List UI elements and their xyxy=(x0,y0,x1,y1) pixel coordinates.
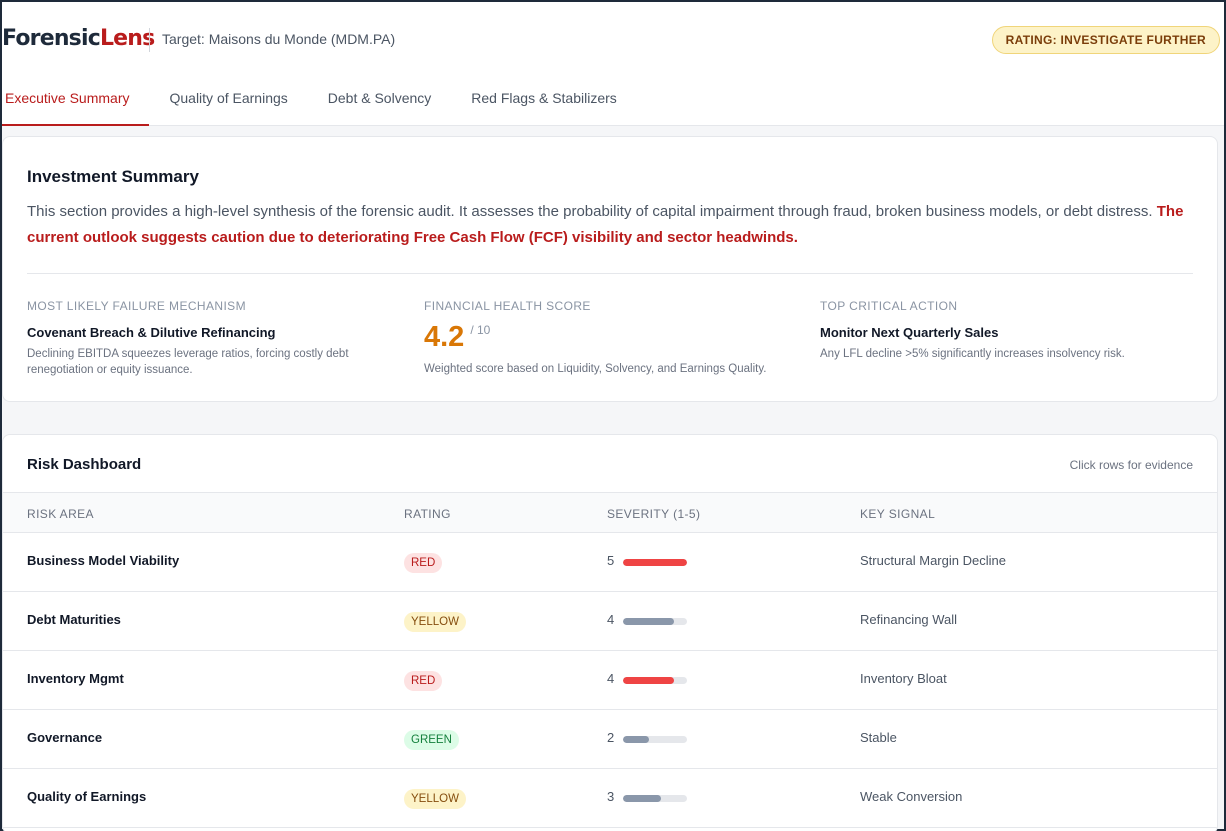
health-score-value: 4.2 xyxy=(424,321,465,353)
table-row[interactable]: Quality of Earnings YELLOW 3 Weak Conver… xyxy=(3,769,1217,828)
risk-area: Inventory Mgmt xyxy=(27,671,124,686)
health-score-max: / 10 xyxy=(470,323,491,337)
risk-area: Governance xyxy=(27,730,103,745)
severity-bar xyxy=(623,795,687,802)
column-header-key-signal: KEY SIGNAL xyxy=(860,507,936,521)
health-score-metric: FINANCIAL HEALTH SCORE 4.2 / 10 Weighted … xyxy=(424,299,784,377)
key-signal: Inventory Bloat xyxy=(860,671,947,686)
risk-table-header: RISK AREA RATING SEVERITY (1-5) KEY SIGN… xyxy=(3,493,1217,533)
brand-name-part2: Lens xyxy=(99,26,155,51)
failure-mechanism-title: Covenant Breach & Dilutive Refinancing xyxy=(27,325,276,340)
failure-mechanism-label: MOST LIKELY FAILURE MECHANISM xyxy=(27,299,246,313)
tab-executive-summary[interactable]: Executive Summary xyxy=(2,78,150,126)
severity-value: 4 xyxy=(607,612,615,627)
rating-badge: GREEN xyxy=(404,730,459,750)
table-row[interactable]: Business Model Viability RED 5 Structura… xyxy=(3,533,1217,592)
app-header: ForensicLens Target: Maisons du Monde (M… xyxy=(2,2,1224,126)
rating-badge: RED xyxy=(404,553,443,573)
summary-description: This section provides a high-level synth… xyxy=(27,199,1187,251)
tab-bar: Executive Summary Quality of Earnings De… xyxy=(2,78,637,126)
risk-dashboard-hint: Click rows for evidence xyxy=(1069,458,1193,472)
summary-title: Investment Summary xyxy=(27,167,199,186)
failure-mechanism-text: Declining EBITDA squeezes leverage ratio… xyxy=(27,348,349,376)
header-divider xyxy=(149,28,150,52)
tab-quality-of-earnings[interactable]: Quality of Earnings xyxy=(149,78,307,126)
summary-divider xyxy=(27,273,1193,274)
severity-bar xyxy=(623,618,687,625)
rating-badge: YELLOW xyxy=(404,612,466,632)
investment-summary-card: Investment Summary This section provides… xyxy=(2,136,1218,402)
severity-bar-fill xyxy=(623,677,675,684)
risk-dashboard-title: Risk Dashboard xyxy=(27,456,142,473)
risk-dashboard-card: Risk Dashboard Click rows for evidence R… xyxy=(2,434,1218,831)
risk-dashboard-header: Risk Dashboard Click rows for evidence xyxy=(3,435,1217,493)
table-row[interactable]: Governance GREEN 2 Stable xyxy=(3,710,1217,769)
health-score-text: Weighted score based on Liquidity, Solve… xyxy=(424,363,767,375)
key-signal: Stable xyxy=(860,730,897,745)
severity-value: 4 xyxy=(607,671,615,686)
severity-bar-fill xyxy=(623,618,675,625)
severity-bar xyxy=(623,736,687,743)
severity-value: 5 xyxy=(607,553,615,568)
brand-name-part1: Forensic xyxy=(2,26,101,51)
severity-bar xyxy=(623,559,687,566)
severity-bar-fill xyxy=(623,736,649,743)
summary-text: This section provides a high-level synth… xyxy=(27,203,1157,220)
risk-area: Business Model Viability xyxy=(27,553,180,568)
failure-mechanism-metric: MOST LIKELY FAILURE MECHANISM Covenant B… xyxy=(27,299,387,378)
key-signal: Structural Margin Decline xyxy=(860,553,1006,568)
column-header-severity: SEVERITY (1-5) xyxy=(607,507,701,521)
key-signal: Weak Conversion xyxy=(860,789,963,804)
tab-red-flags-stabilizers[interactable]: Red Flags & Stabilizers xyxy=(451,78,637,126)
rating-badge: YELLOW xyxy=(404,789,466,809)
table-row[interactable]: Inventory Mgmt RED 4 Inventory Bloat xyxy=(3,651,1217,710)
target-label: Target: Maisons du Monde (MDM.PA) xyxy=(162,31,396,47)
critical-action-label: TOP CRITICAL ACTION xyxy=(820,299,958,313)
rating-badge: RED xyxy=(404,671,443,691)
brand-logo[interactable]: ForensicLens xyxy=(2,26,155,51)
severity-value: 2 xyxy=(607,730,615,745)
risk-area: Debt Maturities xyxy=(27,612,121,627)
key-signal: Refinancing Wall xyxy=(860,612,958,627)
rating-badge: RATING: INVESTIGATE FURTHER xyxy=(991,26,1220,54)
severity-bar-fill xyxy=(623,559,687,566)
severity-bar xyxy=(623,677,687,684)
column-header-rating: RATING xyxy=(404,507,451,521)
column-header-risk-area: RISK AREA xyxy=(27,507,94,521)
critical-action-text: Any LFL decline >5% significantly increa… xyxy=(820,348,1125,360)
table-row[interactable]: Debt Maturities YELLOW 4 Refinancing Wal… xyxy=(3,592,1217,651)
risk-area: Quality of Earnings xyxy=(27,789,147,804)
health-score-row: 4.2 / 10 xyxy=(424,321,784,357)
severity-bar-fill xyxy=(623,795,662,802)
health-score-label: FINANCIAL HEALTH SCORE xyxy=(424,299,591,313)
critical-action-title: Monitor Next Quarterly Sales xyxy=(820,325,999,340)
critical-action-metric: TOP CRITICAL ACTION Monitor Next Quarter… xyxy=(820,299,1180,362)
severity-value: 3 xyxy=(607,789,615,804)
tab-debt-solvency[interactable]: Debt & Solvency xyxy=(308,78,452,126)
